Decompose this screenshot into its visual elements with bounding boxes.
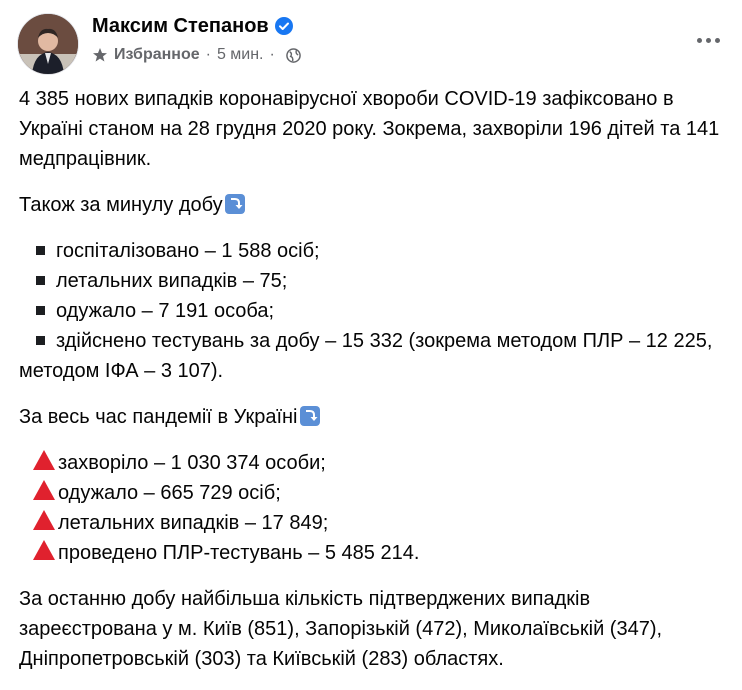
red-triangle-icon [33,480,55,500]
list-item: госпіталізовано – 1 588 осіб; [19,236,729,266]
globe-icon[interactable] [286,47,301,63]
favorites-label[interactable]: Избранное [114,46,200,64]
daily-list: госпіталізовано – 1 588 осіб; летальних … [19,236,729,386]
author-header: Максим Степанов [92,13,293,39]
post-paragraph-intro: 4 385 нових випадків коронавірусної хвор… [19,88,720,170]
meta-separator: · [205,46,211,63]
red-triangle-icon [33,510,55,530]
total-heading-text: За весь час пандемії в Україні [19,406,298,428]
list-item-text: одужало – 665 729 осіб; [58,482,281,504]
list-item: проведено ПЛР-тестувань – 5 485 214. [19,538,729,568]
daily-heading-text: Також за минулу добу [19,194,223,216]
list-item: летальних випадків – 17 849; [19,508,729,538]
red-triangle-icon [33,450,55,470]
author-avatar[interactable] [17,13,79,75]
list-item: захворіло – 1 030 374 особи; [19,448,729,478]
arrow-down-box-icon [299,405,321,427]
list-item-text: летальних випадків – 17 849; [58,512,329,534]
total-heading: За весь час пандемії в Україні [19,402,729,432]
post-paragraph-regions: За останню добу найбільша кількість підт… [19,588,663,670]
star-icon [92,47,108,63]
list-item-text: госпіталізовано – 1 588 осіб; [56,240,320,262]
square-bullet-icon [36,306,45,316]
total-list: захворіло – 1 030 374 особи; одужало – 6… [19,448,729,568]
list-item-text: проведено ПЛР-тестувань – 5 485 214. [58,542,420,564]
list-item: одужало – 7 191 особа; [19,296,729,326]
list-item: здійснено тестувань за добу – 15 332 (зо… [19,326,729,386]
square-bullet-icon [36,276,45,286]
red-triangle-icon [33,540,55,560]
facebook-post: Максим Степанов Избранное · 5 мин. · 4 3… [0,0,742,670]
list-item-text: одужало – 7 191 особа; [56,300,275,322]
more-options-icon[interactable] [690,26,726,54]
post-meta: Избранное · 5 мин. · [92,44,301,66]
arrow-down-box-icon [224,193,246,215]
author-name[interactable]: Максим Степанов [92,15,269,38]
square-bullet-icon [36,336,45,346]
list-item: одужало – 665 729 осіб; [19,478,729,508]
square-bullet-icon [36,246,45,256]
verified-badge-icon [274,17,293,35]
list-item-text: летальних випадків – 75; [56,270,288,292]
list-item-text: здійснено тестувань за добу – 15 332 (зо… [19,330,713,382]
post-timestamp[interactable]: 5 мин. [217,46,264,64]
daily-heading: Також за минулу добу [19,190,729,220]
post-body: 4 385 нових випадків коронавірусної хвор… [19,84,729,690]
list-item: летальних випадків – 75; [19,266,729,296]
meta-separator: · [269,46,275,63]
list-item-text: захворіло – 1 030 374 особи; [58,452,326,474]
